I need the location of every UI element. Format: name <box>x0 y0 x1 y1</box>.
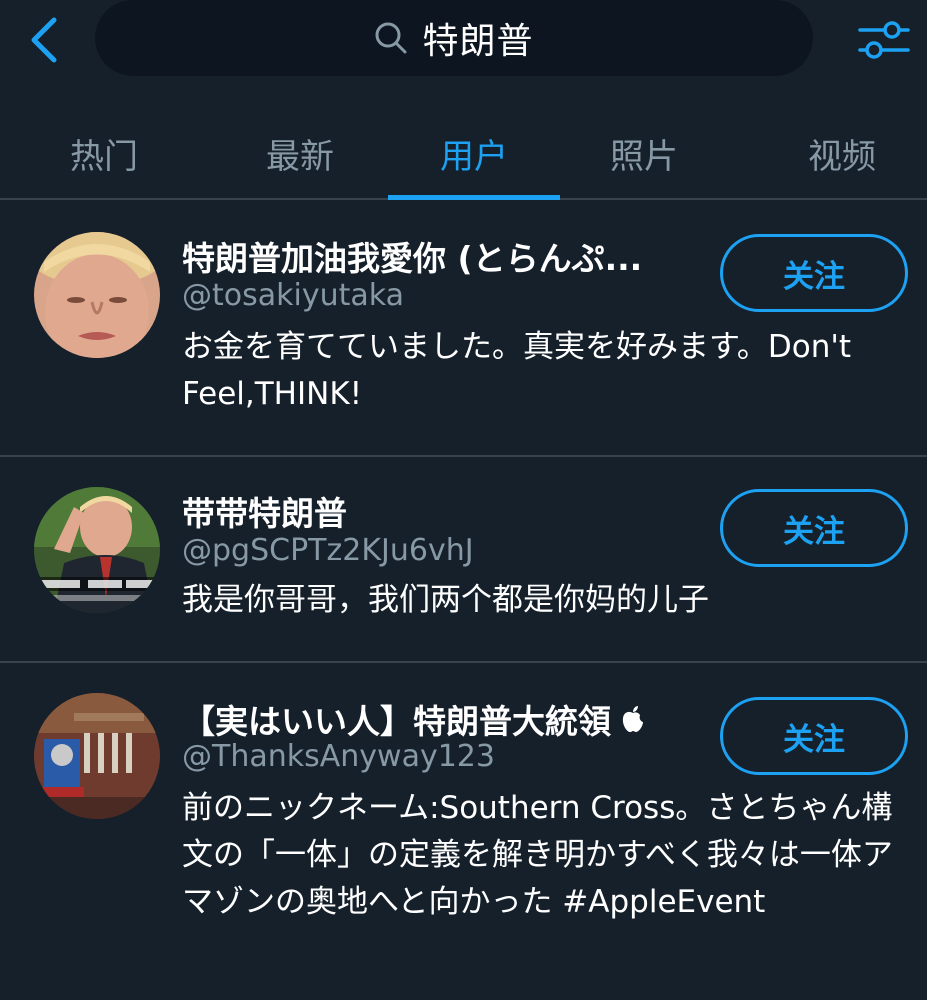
chevron-left-icon <box>31 17 57 63</box>
tab-label: 视频 <box>808 136 876 177</box>
search-query: 特朗普 <box>422 21 534 62</box>
search-input[interactable]: 特朗普 <box>95 0 813 76</box>
user-handle: @pgSCPTz2KJu6vhJ <box>182 533 474 568</box>
search-header: 特朗普 <box>0 0 927 90</box>
follow-button[interactable]: 关注 <box>720 489 908 567</box>
user-handle: @ThanksAnyway123 <box>182 739 495 774</box>
user-display-name[interactable]: 特朗普加油我愛你 (とらんぷ... <box>182 232 642 280</box>
tab-hot[interactable]: 热门 <box>18 108 190 198</box>
user-list-item[interactable]: 特朗普加油我愛你 (とらんぷ... @tosakiyutaka お金を育てていま… <box>0 200 927 457</box>
avatar[interactable] <box>34 693 160 819</box>
search-icon <box>375 22 407 54</box>
apple-icon <box>622 706 643 732</box>
user-bio: お金を育てていました。真実を好みます。Don't Feel,THINK! <box>182 329 852 412</box>
filter-button[interactable] <box>852 12 916 68</box>
user-list-item[interactable]: 带带特朗普 @pgSCPTz2KJu6vhJ 我是你哥哥，我们两个都是你妈的儿子… <box>0 457 927 663</box>
user-list-item[interactable]: 【実はいい人】特朗普大統領 @ThanksAnyway123 前のニックネーム:… <box>0 663 927 1000</box>
tab-photos[interactable]: 照片 <box>558 108 730 198</box>
tab-users[interactable]: 用户 <box>388 108 560 200</box>
tab-label: 用户 <box>440 136 508 177</box>
tab-label: 照片 <box>610 136 678 177</box>
user-display-name[interactable]: 【実はいい人】特朗普大統領 <box>182 695 645 743</box>
avatar[interactable] <box>34 232 160 358</box>
user-display-name[interactable]: 带带特朗普 <box>182 487 347 535</box>
user-handle: @tosakiyutaka <box>182 278 404 313</box>
follow-button[interactable]: 关注 <box>720 234 908 312</box>
search-tabs: 热门 最新 用户 照片 视频 <box>0 108 927 200</box>
tab-latest[interactable]: 最新 <box>214 108 386 198</box>
back-button[interactable] <box>22 14 66 66</box>
tab-label: 最新 <box>266 136 334 177</box>
tab-videos[interactable]: 视频 <box>756 108 927 198</box>
sliders-icon <box>858 21 910 59</box>
follow-button[interactable]: 关注 <box>720 697 908 775</box>
tab-label: 热门 <box>70 136 138 177</box>
user-bio: 我是你哥哥，我们两个都是你妈的儿子 <box>182 582 709 618</box>
avatar[interactable] <box>34 487 160 613</box>
user-bio: 前のニックネーム:Southern Cross。さとちゃん構文の「一体」の定義を… <box>182 790 893 920</box>
